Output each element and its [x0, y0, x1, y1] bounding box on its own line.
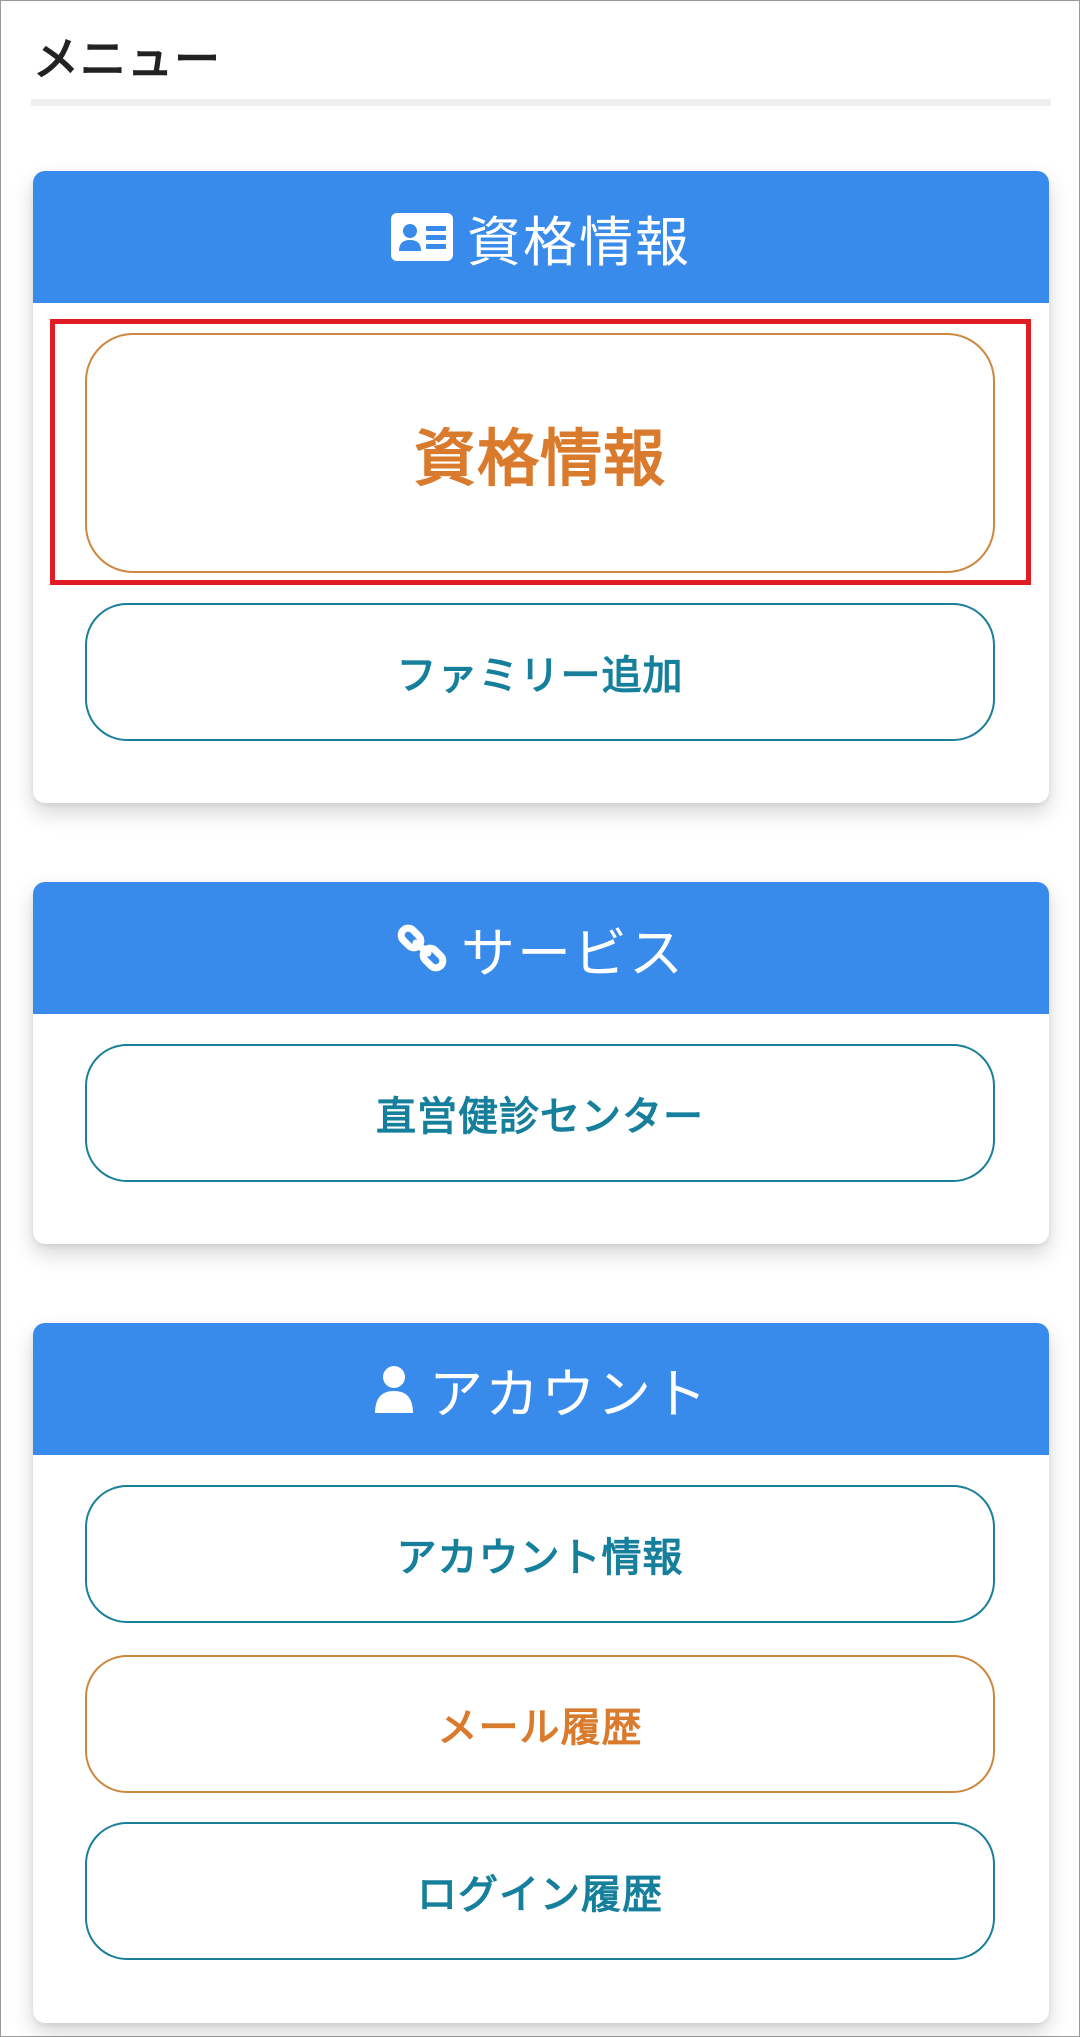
highlight-box — [50, 319, 1031, 585]
card-header-label: サービス — [461, 921, 685, 985]
card-header-qualification: 資格情報 — [33, 171, 1049, 303]
card-services: サービス 直営健診センター — [33, 882, 1049, 1244]
user-icon — [373, 1365, 415, 1413]
card-header-account: アカウント — [33, 1323, 1049, 1455]
page-title: メニュー — [33, 32, 221, 86]
title-divider — [31, 99, 1051, 106]
card-header-services: サービス — [33, 882, 1049, 1014]
add-family-button[interactable]: ファミリー追加 — [85, 603, 995, 741]
card-account: アカウント アカウント情報 メール履歴 ログイン履歴 — [33, 1323, 1049, 2023]
card-header-label: アカウント — [429, 1362, 709, 1426]
login-history-button[interactable]: ログイン履歴 — [85, 1822, 995, 1960]
account-info-button[interactable]: アカウント情報 — [85, 1485, 995, 1623]
id-card-icon — [391, 213, 453, 261]
link-icon — [397, 923, 447, 973]
health-center-button[interactable]: 直営健診センター — [85, 1044, 995, 1182]
screen-frame: メニュー 資格情報 資格情報 ファミリー追加 サービス 直営健診センター アカウ… — [0, 0, 1080, 2037]
mail-history-button[interactable]: メール履歴 — [85, 1655, 995, 1793]
card-header-label: 資格情報 — [467, 210, 691, 274]
